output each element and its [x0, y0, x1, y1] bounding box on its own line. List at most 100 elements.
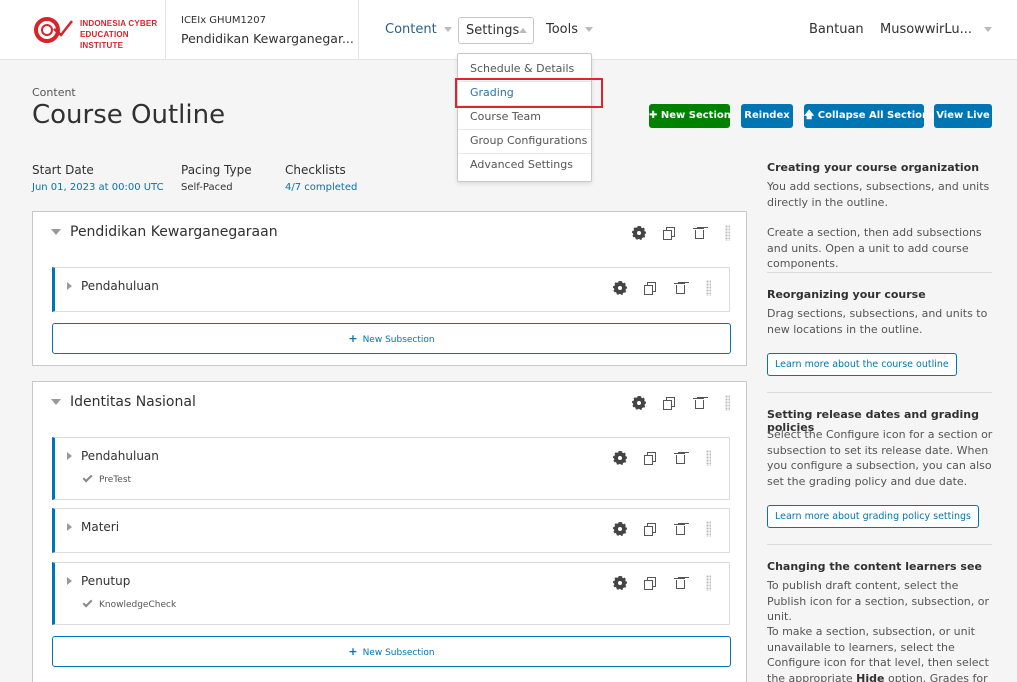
- logo-emblem-icon: [34, 17, 73, 43]
- duplicate-icon[interactable]: [663, 227, 675, 240]
- gear-icon[interactable]: [613, 451, 627, 465]
- new-subsection-button[interactable]: + New Subsection: [52, 636, 731, 667]
- institution-logo[interactable]: INDONESIA CYBER EDUCATION INSTITUTE: [34, 15, 164, 50]
- nav-content-label: Content: [385, 22, 437, 37]
- help-paragraph: Drag sections, subsections, and units to…: [767, 307, 988, 336]
- drag-handle-icon[interactable]: [706, 521, 711, 537]
- learn-more-grading-button[interactable]: Learn more about grading policy settings: [767, 505, 979, 528]
- help-heading: Reorganizing your course: [767, 288, 926, 301]
- trash-icon[interactable]: [693, 227, 705, 239]
- expand-caret-icon[interactable]: [67, 452, 72, 460]
- course-title[interactable]: Pendidikan Kewarganegar...: [181, 31, 354, 46]
- sidebar-divider: [767, 392, 992, 393]
- menu-item-advanced-settings[interactable]: Advanced Settings: [470, 158, 573, 171]
- collapse-all-sections-button[interactable]: 🡅 Collapse All Sections: [804, 104, 935, 128]
- menu-item-schedule-details[interactable]: Schedule & Details: [470, 62, 574, 75]
- checklists-label: Checklists: [285, 163, 346, 177]
- duplicate-icon[interactable]: [644, 452, 656, 465]
- help-paragraph: You add sections, subsections, and units…: [767, 180, 990, 209]
- subsection-title[interactable]: Pendahuluan: [81, 279, 159, 293]
- top-header: INDONESIA CYBER EDUCATION INSTITUTE ICEI…: [0, 0, 1017, 60]
- menu-item-course-team[interactable]: Course Team: [470, 110, 541, 123]
- plus-icon: +: [348, 645, 358, 658]
- help-paragraph: Select the Configure icon for a section …: [767, 428, 993, 488]
- subsection-title[interactable]: Pendahuluan: [81, 449, 159, 463]
- pacing-type-value: Self-Paced: [181, 182, 233, 193]
- new-subsection-label: New Subsection: [362, 335, 435, 345]
- nav-content-menu[interactable]: Content: [385, 22, 452, 37]
- user-menu[interactable]: MusowwirLu...: [880, 22, 993, 37]
- trash-icon[interactable]: [693, 397, 705, 409]
- collapse-caret-icon[interactable]: [51, 229, 61, 235]
- logo-line-2: EDUCATION INSTITUTE: [80, 30, 129, 50]
- expand-caret-icon[interactable]: [67, 523, 72, 531]
- user-name: MusowwirLu...: [880, 22, 973, 37]
- expand-caret-icon[interactable]: [67, 577, 72, 585]
- arrow-up-icon: 🡅: [804, 110, 818, 121]
- trash-icon[interactable]: [674, 577, 686, 589]
- pacing-type-label: Pacing Type: [181, 163, 252, 177]
- help-text-bold: Hide: [856, 671, 885, 682]
- menu-divider: [458, 129, 591, 130]
- checklists-value[interactable]: 4/7 completed: [285, 182, 357, 193]
- drag-handle-icon[interactable]: [706, 280, 711, 296]
- subsection-status: PreTest: [82, 472, 131, 485]
- chevron-down-icon: [984, 27, 993, 32]
- expand-caret-icon[interactable]: [67, 282, 72, 290]
- new-section-label: New Section: [660, 110, 731, 121]
- nav-help-link[interactable]: Bantuan: [809, 22, 864, 37]
- view-live-button[interactable]: View Live: [934, 104, 992, 128]
- chevron-down-icon: [443, 27, 452, 32]
- duplicate-icon[interactable]: [644, 282, 656, 295]
- subsection-status: KnowledgeCheck: [82, 597, 177, 610]
- gear-icon[interactable]: [613, 522, 627, 536]
- section-identitas-nasional: Identitas Nasional Pendahuluan PreTest M…: [32, 381, 747, 682]
- collapse-all-label: Collapse All Sections: [817, 110, 936, 121]
- new-subsection-button[interactable]: + New Subsection: [52, 323, 731, 354]
- learn-more-outline-button[interactable]: Learn more about the course outline: [767, 353, 957, 376]
- drag-handle-icon[interactable]: [706, 450, 711, 466]
- duplicate-icon[interactable]: [644, 577, 656, 590]
- trash-icon[interactable]: [674, 523, 686, 535]
- reindex-button[interactable]: Reindex: [741, 104, 793, 128]
- section-title[interactable]: Pendidikan Kewarganegaraan: [70, 224, 278, 240]
- help-paragraph: To publish draft content, select the Pub…: [767, 579, 990, 623]
- checkmark-icon: [82, 472, 93, 483]
- drag-handle-icon[interactable]: [706, 575, 711, 591]
- gear-icon[interactable]: [632, 396, 646, 410]
- breadcrumb: Content: [32, 86, 76, 99]
- drag-handle-icon[interactable]: [725, 395, 730, 411]
- sidebar-divider: [767, 272, 992, 273]
- nav-tools-label: Tools: [546, 22, 579, 37]
- header-divider-2: [358, 0, 359, 59]
- trash-icon[interactable]: [674, 282, 686, 294]
- new-section-button[interactable]: ✚ New Section: [649, 104, 731, 128]
- chevron-up-icon: [519, 28, 527, 33]
- section-title[interactable]: Identitas Nasional: [70, 394, 196, 410]
- gear-icon[interactable]: [613, 576, 627, 590]
- start-date-value[interactable]: Jun 01, 2023 at 00:00 UTC: [32, 182, 164, 193]
- collapse-caret-icon[interactable]: [51, 399, 61, 405]
- gear-icon[interactable]: [613, 281, 627, 295]
- subsection-title[interactable]: Penutup: [81, 574, 130, 588]
- nav-settings-menu[interactable]: Settings: [458, 17, 534, 44]
- menu-item-group-configurations[interactable]: Group Configurations: [470, 134, 587, 147]
- logo-line-1: INDONESIA CYBER: [80, 19, 158, 28]
- plus-icon: +: [348, 332, 358, 345]
- settings-dropdown: Schedule & Details Grading Course Team G…: [457, 53, 592, 182]
- trash-icon[interactable]: [674, 452, 686, 464]
- help-heading: Creating your course organization: [767, 161, 980, 174]
- drag-handle-icon[interactable]: [725, 225, 730, 241]
- duplicate-icon[interactable]: [663, 397, 675, 410]
- help-paragraph: Create a section, then add subsections a…: [767, 226, 982, 270]
- sidebar-divider: [767, 544, 992, 545]
- plus-icon: ✚: [649, 110, 661, 121]
- subsection-title[interactable]: Materi: [81, 520, 119, 534]
- gear-icon[interactable]: [632, 226, 646, 240]
- nav-tools-menu[interactable]: Tools: [546, 22, 594, 37]
- course-org-number: ICEIx GHUM1207: [181, 15, 266, 26]
- grading-type-label: KnowledgeCheck: [99, 600, 177, 610]
- grading-highlight-box: [455, 78, 603, 108]
- duplicate-icon[interactable]: [644, 523, 656, 536]
- logo-text: INDONESIA CYBER EDUCATION INSTITUTE: [80, 18, 164, 51]
